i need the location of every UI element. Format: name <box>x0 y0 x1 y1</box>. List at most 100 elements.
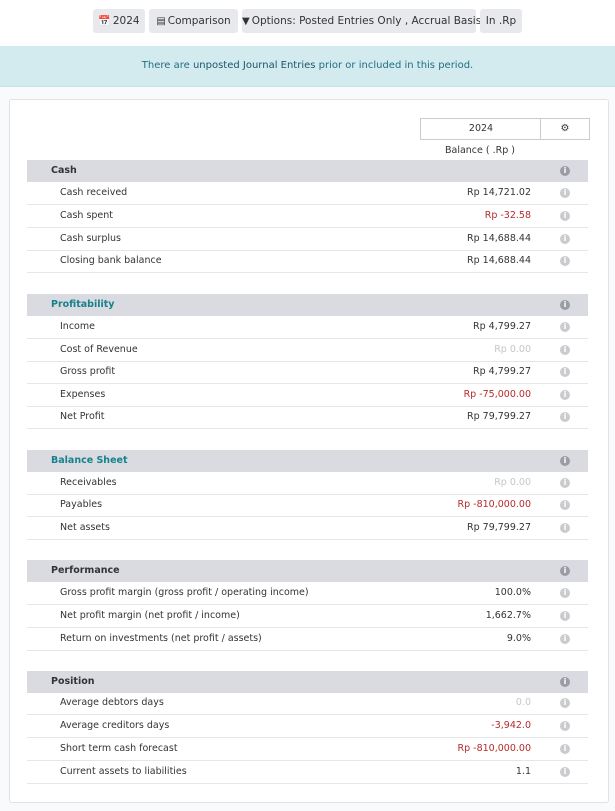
row-label: Average creditors days <box>60 720 170 731</box>
row-value: Rp -810,000.00 <box>457 499 531 510</box>
row-label: Cash received <box>60 187 128 198</box>
table-row: Expenses Rp -75,000.00 i <box>27 384 588 407</box>
row-value: Rp 4,799.27 <box>473 366 531 377</box>
filter-icon: ▼ <box>242 16 250 27</box>
row-value: 1,662.7% <box>485 610 531 621</box>
row-value: Rp 14,688.44 <box>467 233 531 244</box>
info-icon[interactable]: i <box>560 478 570 488</box>
info-icon[interactable]: i <box>560 744 570 754</box>
row-value: 9.0% <box>506 633 531 644</box>
row-label: Income <box>60 321 95 332</box>
row-value: Rp 0.00 <box>494 344 531 355</box>
row-value: Rp 4,799.27 <box>473 321 531 332</box>
row-label: Closing bank balance <box>60 255 162 266</box>
row-value: Rp 79,799.27 <box>467 522 531 533</box>
info-icon[interactable]: i <box>560 234 570 244</box>
row-value: Rp -32.58 <box>484 210 531 221</box>
row-label: Cash spent <box>60 210 114 221</box>
table-row: Receivables Rp 0.00 i <box>27 472 588 495</box>
table-row: Net Profit Rp 79,799.27 i <box>27 406 588 429</box>
section-title: Profitability <box>51 299 115 310</box>
row-label: Cash surplus <box>60 233 121 244</box>
info-icon[interactable]: i <box>560 721 570 731</box>
report-toolbar: 📅 2024 ▤ Comparison ▼ Options: Posted Entri… <box>0 0 615 46</box>
info-icon[interactable]: i <box>560 345 570 355</box>
table-row: Short term cash forecast Rp -810,000.00 i <box>27 738 588 761</box>
section-title: Balance Sheet <box>51 455 128 466</box>
table-row: Net assets Rp 79,799.27 i <box>27 517 588 540</box>
section-title: Cash <box>51 165 77 176</box>
info-icon[interactable]: i <box>560 412 570 422</box>
row-value: Rp -75,000.00 <box>463 389 531 400</box>
info-icon[interactable]: i <box>560 300 570 310</box>
section-header-balance-sheet: Balance Sheet i <box>27 450 588 472</box>
info-icon[interactable]: i <box>560 698 570 708</box>
table-row: Cost of Revenue Rp 0.00 i <box>27 339 588 362</box>
section-title: Position <box>51 676 95 687</box>
section-header-position: Position i <box>27 671 588 693</box>
info-icon[interactable]: i <box>560 322 570 332</box>
calendar-icon: 📅 <box>98 16 111 27</box>
bug-icon: ⚙ <box>560 123 570 134</box>
info-icon[interactable]: i <box>560 166 570 176</box>
row-value: -3,942.0 <box>491 720 531 731</box>
row-value: 100.0% <box>494 587 531 598</box>
row-label: Expenses <box>60 389 106 400</box>
row-label: Net profit margin (net profit / income) <box>60 610 240 621</box>
options-filter-button[interactable]: ▼ Options: Posted Entries Only , Accrual … <box>242 9 481 33</box>
table-row: Average debtors days 0.0 i <box>27 692 588 715</box>
info-icon[interactable]: i <box>560 456 570 466</box>
currency-button[interactable]: In .Rp <box>480 9 522 33</box>
row-label: Cost of Revenue <box>60 344 138 355</box>
row-label: Current assets to liabilities <box>60 766 187 777</box>
row-value: 0.0 <box>515 697 531 708</box>
row-label: Net Profit <box>60 411 105 422</box>
period-filter-button[interactable]: 📅 2024 <box>93 9 145 33</box>
info-icon[interactable]: i <box>560 634 570 644</box>
section-header-performance: Performance i <box>27 560 588 582</box>
row-label: Return on investments (net profit / asse… <box>60 633 262 644</box>
section-title: Performance <box>51 565 120 576</box>
row-label: Short term cash forecast <box>60 743 178 754</box>
info-icon[interactable]: i <box>560 367 570 377</box>
table-row: Cash received Rp 14,721.02 i <box>27 182 588 205</box>
comparison-button[interactable]: ▤ Comparison <box>149 9 238 33</box>
info-icon[interactable]: i <box>560 390 570 400</box>
info-icon[interactable]: i <box>560 611 570 621</box>
row-label: Receivables <box>60 477 117 488</box>
currency-label: In .Rp <box>485 15 517 27</box>
row-label: Gross profit margin (gross profit / oper… <box>60 587 309 598</box>
section-header-cash: Cash i <box>27 160 588 182</box>
debug-button[interactable]: ⚙ <box>540 118 590 140</box>
info-icon[interactable]: i <box>560 588 570 598</box>
info-icon[interactable]: i <box>560 188 570 198</box>
info-icon[interactable]: i <box>560 566 570 576</box>
row-label: Payables <box>60 499 103 510</box>
column-subheader: Balance ( .Rp ) <box>444 145 515 156</box>
info-icon[interactable]: i <box>560 211 570 221</box>
unposted-entries-alert: There are unposted Journal Entries prior… <box>0 46 615 87</box>
table-row: Gross profit Rp 4,799.27 i <box>27 361 588 384</box>
info-icon[interactable]: i <box>560 523 570 533</box>
table-row: Cash spent Rp -32.58 i <box>27 205 588 228</box>
alert-text-suffix: prior or included in this period. <box>315 60 474 71</box>
bar-chart-icon: ▤ <box>156 16 166 27</box>
row-value: Rp 14,721.02 <box>467 187 531 198</box>
table-row: Income Rp 4,799.27 i <box>27 316 588 339</box>
alert-text-prefix: There are <box>141 60 193 71</box>
column-header-year: 2024 <box>420 118 542 140</box>
unposted-entries-link[interactable]: unposted Journal Entries <box>193 60 316 71</box>
row-value: Rp 0.00 <box>494 477 531 488</box>
table-row: Closing bank balance Rp 14,688.44 i <box>27 250 588 273</box>
info-icon[interactable]: i <box>560 500 570 510</box>
info-icon[interactable]: i <box>560 767 570 777</box>
row-label: Average debtors days <box>60 697 164 708</box>
table-row: Average creditors days -3,942.0 i <box>27 715 588 738</box>
table-row: Net profit margin (net profit / income) 1… <box>27 605 588 628</box>
table-row: Payables Rp -810,000.00 i <box>27 494 588 517</box>
info-icon[interactable]: i <box>560 256 570 266</box>
info-icon[interactable]: i <box>560 677 570 687</box>
row-value: 1.1 <box>515 766 531 777</box>
table-row: Cash surplus Rp 14,688.44 i <box>27 228 588 251</box>
period-filter-label: 2024 <box>112 15 140 27</box>
